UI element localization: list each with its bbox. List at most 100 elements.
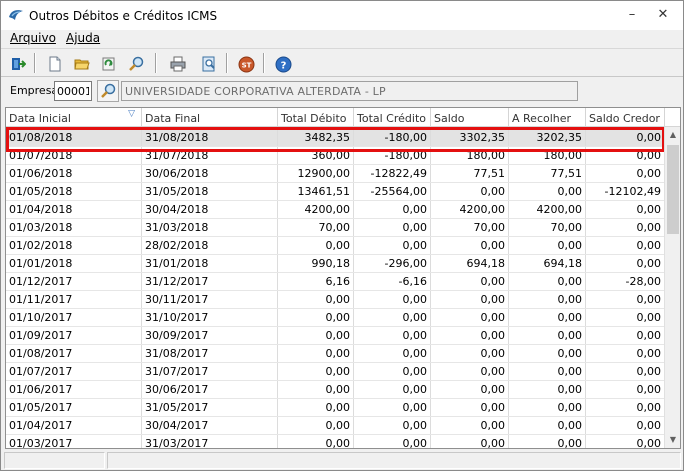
table-cell: 30/06/2017 <box>142 381 278 398</box>
column-header-label: Total Crédito <box>357 112 426 125</box>
table-cell: 31/03/2017 <box>142 435 278 448</box>
table-row[interactable]: 01/03/2018 31/03/2018 70,00 0,00 70,00 70,00 0… <box>6 219 665 237</box>
title-bar: Outros Débitos e Créditos ICMS – ✕ <box>1 1 683 30</box>
table-row[interactable]: 01/01/2018 31/01/2018 990,18 -296,00 694,18 6… <box>6 255 665 273</box>
table-row[interactable]: 01/09/2017 30/09/2017 0,00 0,00 0,00 0,00 0,00 <box>6 327 665 345</box>
st-icon: ST <box>238 56 255 73</box>
vertical-scrollbar[interactable]: ▲ ▼ <box>664 127 680 448</box>
table-cell: 0,00 <box>278 345 354 362</box>
menu-arquivo-label: Arquivo <box>10 31 56 45</box>
open-folder-icon <box>74 59 90 70</box>
data-grid[interactable]: Data Inicial ▽ Data Final Total Débito Total… <box>5 107 681 449</box>
table-cell: 0,00 <box>586 291 665 308</box>
grid-header: Data Inicial ▽ Data Final Total Débito Total… <box>6 108 680 127</box>
table-cell: 990,18 <box>278 255 354 272</box>
table-cell: 30/11/2017 <box>142 291 278 308</box>
table-row[interactable]: 01/07/2017 31/07/2017 0,00 0,00 0,00 0,00 0,00 <box>6 363 665 381</box>
table-row[interactable]: 01/04/2017 30/04/2017 0,00 0,00 0,00 0,00 0,00 <box>6 417 665 435</box>
window-title: Outros Débitos e Créditos ICMS <box>29 9 218 23</box>
table-cell: 694,18 <box>431 255 509 272</box>
scroll-thumb[interactable] <box>667 145 679 234</box>
table-cell: 01/02/2018 <box>6 237 142 254</box>
exit-button[interactable] <box>6 52 29 75</box>
table-row[interactable]: 01/05/2018 31/05/2018 13461,51 -25564,00 0,0… <box>6 183 665 201</box>
column-header-label: Saldo <box>434 112 465 125</box>
table-row[interactable]: 01/10/2017 31/10/2017 0,00 0,00 0,00 0,00 0,00 <box>6 309 665 327</box>
help-icon: ? <box>275 56 292 73</box>
table-cell: 0,00 <box>278 327 354 344</box>
table-cell: 0,00 <box>431 273 509 290</box>
help-button[interactable]: ? <box>271 52 294 75</box>
table-cell: 0,00 <box>354 363 431 380</box>
table-row[interactable]: 01/06/2018 30/06/2018 12900,00 -12822,49 77,… <box>6 165 665 183</box>
print-preview-button[interactable] <box>197 52 220 75</box>
column-header[interactable]: Saldo Credor <box>586 108 665 126</box>
table-cell: 01/04/2018 <box>6 201 142 218</box>
table-cell: 31/12/2017 <box>142 273 278 290</box>
open-button[interactable] <box>70 52 93 75</box>
column-header[interactable]: A Recolher <box>509 108 586 126</box>
toolbar-separator <box>155 53 157 73</box>
table-cell: 0,00 <box>431 309 509 326</box>
scroll-up-button[interactable]: ▲ <box>665 127 680 143</box>
column-header[interactable]: Saldo <box>431 108 509 126</box>
table-cell: 0,00 <box>586 219 665 236</box>
table-cell: 0,00 <box>354 327 431 344</box>
table-cell: 0,00 <box>509 381 586 398</box>
table-cell: 0,00 <box>354 219 431 236</box>
menu-arquivo[interactable]: Arquivo <box>10 31 56 45</box>
st-button[interactable]: ST <box>234 52 257 75</box>
table-cell: 0,00 <box>586 201 665 218</box>
table-row[interactable]: 01/06/2017 30/06/2017 0,00 0,00 0,00 0,00 0,00 <box>6 381 665 399</box>
column-header[interactable]: Data Inicial ▽ <box>6 108 142 126</box>
new-button[interactable] <box>43 52 66 75</box>
close-button[interactable]: ✕ <box>649 5 677 25</box>
search-button[interactable] <box>124 52 147 75</box>
print-icon <box>170 56 186 72</box>
table-cell: 0,00 <box>278 237 354 254</box>
table-cell: 31/03/2018 <box>142 219 278 236</box>
empresa-row: Empresa UNIVERSIDADE CORPORATIVA ALTERDA… <box>1 79 683 104</box>
table-row[interactable]: 01/04/2018 30/04/2018 4200,00 0,00 4200,00 42… <box>6 201 665 219</box>
table-row[interactable]: 01/05/2017 31/05/2017 0,00 0,00 0,00 0,00 0,00 <box>6 399 665 417</box>
table-row[interactable]: 01/03/2017 31/03/2017 0,00 0,00 0,00 0,00 0,00 <box>6 435 665 448</box>
table-cell: 01/09/2017 <box>6 327 142 344</box>
table-cell: 0,00 <box>354 201 431 218</box>
table-cell: 0,00 <box>278 291 354 308</box>
window: Outros Débitos e Créditos ICMS – ✕ Arqui… <box>0 0 684 471</box>
table-cell: 70,00 <box>431 219 509 236</box>
empresa-name-field: UNIVERSIDADE CORPORATIVA ALTERDATA - LP <box>121 81 578 101</box>
table-cell: 70,00 <box>278 219 354 236</box>
table-cell: 0,00 <box>509 291 586 308</box>
print-button[interactable] <box>166 52 189 75</box>
table-cell: 0,00 <box>431 345 509 362</box>
table-row[interactable]: 01/12/2017 31/12/2017 6,16 -6,16 0,00 0,00 -28… <box>6 273 665 291</box>
table-cell: 0,00 <box>509 273 586 290</box>
table-cell: -296,00 <box>354 255 431 272</box>
table-row[interactable]: 01/02/2018 28/02/2018 0,00 0,00 0,00 0,00 0,00 <box>6 237 665 255</box>
column-header[interactable]: Total Crédito <box>354 108 431 126</box>
table-cell: 77,51 <box>431 165 509 182</box>
column-header[interactable]: Data Final <box>142 108 278 126</box>
table-cell: 31/07/2017 <box>142 363 278 380</box>
column-header[interactable]: Total Débito <box>278 108 354 126</box>
menu-ajuda[interactable]: Ajuda <box>66 31 100 45</box>
table-row[interactable]: 01/11/2017 30/11/2017 0,00 0,00 0,00 0,00 0,00 <box>6 291 665 309</box>
status-bar <box>1 451 683 470</box>
empresa-search-button[interactable] <box>97 80 119 102</box>
table-cell: 0,00 <box>509 309 586 326</box>
table-row[interactable]: 01/08/2017 31/08/2017 0,00 0,00 0,00 0,00 0,00 <box>6 345 665 363</box>
table-cell: 0,00 <box>278 399 354 416</box>
table-cell: 0,00 <box>278 435 354 448</box>
table-cell: 0,00 <box>278 417 354 434</box>
refresh-button[interactable] <box>97 52 120 75</box>
menu-bar: Arquivo Ajuda <box>1 30 683 48</box>
table-cell: -12102,49 <box>586 183 665 200</box>
table-cell: 0,00 <box>354 399 431 416</box>
table-cell: 0,00 <box>586 363 665 380</box>
table-cell: 01/07/2017 <box>6 363 142 380</box>
empresa-code-input[interactable] <box>54 81 92 101</box>
table-cell: 0,00 <box>354 417 431 434</box>
minimize-button[interactable]: – <box>618 5 646 25</box>
scroll-down-button[interactable]: ▼ <box>665 432 680 448</box>
